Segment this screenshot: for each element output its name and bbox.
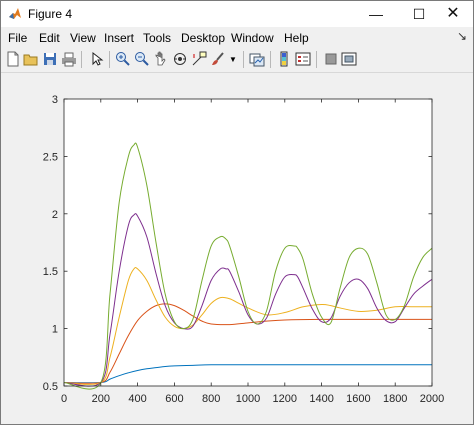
x-tick-label: 1400 [309,393,333,405]
x-tick-label: 2000 [420,393,444,405]
x-tick-label: 200 [92,393,110,405]
figure-window: Figure 4 — ☐ ✕ File Edit View Insert Too… [0,0,474,425]
line-chart[interactable]: 0 200 400 600 800 1000 1200 1400 1600 1800 2000 0.5… [1,1,473,424]
x-tick-label: 0 [61,393,67,405]
y-tick-label: 1 [52,324,58,336]
y-tick-label: 0.5 [43,381,58,393]
x-tick-label: 1800 [383,393,407,405]
x-tick-label: 400 [128,393,146,405]
y-tick-label: 3 [52,94,58,106]
y-tick-label: 1.5 [43,266,58,278]
x-tick-label: 1200 [273,393,297,405]
y-tick-label: 2.5 [43,151,58,163]
axes-background [64,99,432,386]
x-tick-label: 800 [202,393,220,405]
x-tick-label: 1000 [236,393,260,405]
x-tick-label: 1600 [346,393,370,405]
x-tick-label: 600 [165,393,183,405]
y-tick-label: 2 [52,209,58,221]
